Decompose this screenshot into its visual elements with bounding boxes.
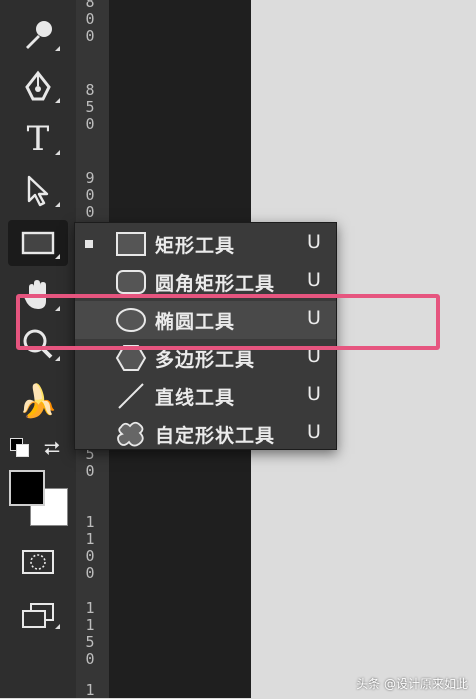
shortcut-key: U bbox=[307, 269, 321, 291]
ruler-label: 1100 bbox=[85, 513, 95, 582]
type-tool[interactable]: T bbox=[8, 116, 68, 162]
shortcut-key: U bbox=[307, 231, 321, 253]
watermark: 头条 @设计原来如此 bbox=[356, 677, 468, 691]
ruler-label: 1 bbox=[85, 681, 95, 699]
default-colors-icon[interactable] bbox=[10, 438, 29, 457]
banana-icon: 🍌 bbox=[18, 382, 58, 420]
path-selection-tool[interactable] bbox=[8, 168, 68, 214]
screen-mode-icon bbox=[22, 603, 54, 628]
selected-check-icon bbox=[85, 240, 93, 248]
line-icon bbox=[118, 383, 144, 409]
ruler-label: 1150 bbox=[85, 599, 95, 668]
flyout-item-label: 矩形工具 bbox=[155, 235, 236, 257]
type-icon: T bbox=[26, 119, 50, 159]
annotation-highlight-box bbox=[16, 294, 440, 350]
eyedropper-icon bbox=[26, 21, 52, 49]
flyout-item-label: 圆角矩形工具 bbox=[155, 273, 276, 295]
flyout-item-custom-shape[interactable]: 自定形状工具 U bbox=[75, 415, 336, 453]
rectangle-icon bbox=[116, 232, 146, 256]
rectangle-icon bbox=[21, 231, 55, 255]
pen-icon bbox=[25, 70, 51, 101]
eyedropper-tool[interactable] bbox=[8, 12, 68, 58]
quick-mask-icon bbox=[22, 550, 54, 574]
screen-mode-button[interactable] bbox=[8, 596, 68, 636]
ruler-label: 900 bbox=[85, 169, 95, 221]
arrow-cursor-icon bbox=[27, 175, 49, 207]
shortcut-key: U bbox=[307, 421, 321, 443]
foreground-color-swatch[interactable] bbox=[9, 470, 45, 506]
flyout-item-label: 直线工具 bbox=[155, 387, 236, 409]
shortcut-key: U bbox=[307, 383, 321, 405]
flyout-item-rectangle[interactable]: 矩形工具 U bbox=[75, 225, 336, 263]
pen-tool[interactable] bbox=[8, 64, 68, 110]
swap-colors-icon[interactable]: ⮂ bbox=[44, 436, 60, 460]
custom-shape-icon bbox=[117, 421, 144, 447]
flyout-item-line[interactable]: 直线工具 U bbox=[75, 377, 336, 415]
banana-tool[interactable]: 🍌 bbox=[8, 378, 68, 424]
ruler-label: 800 bbox=[85, 0, 95, 45]
ruler-label: 850 bbox=[85, 81, 95, 133]
rounded-rectangle-icon bbox=[116, 270, 146, 294]
flyout-item-label: 自定形状工具 bbox=[155, 425, 276, 447]
quick-mask-button[interactable] bbox=[8, 542, 68, 582]
rectangle-tool[interactable] bbox=[8, 220, 68, 266]
